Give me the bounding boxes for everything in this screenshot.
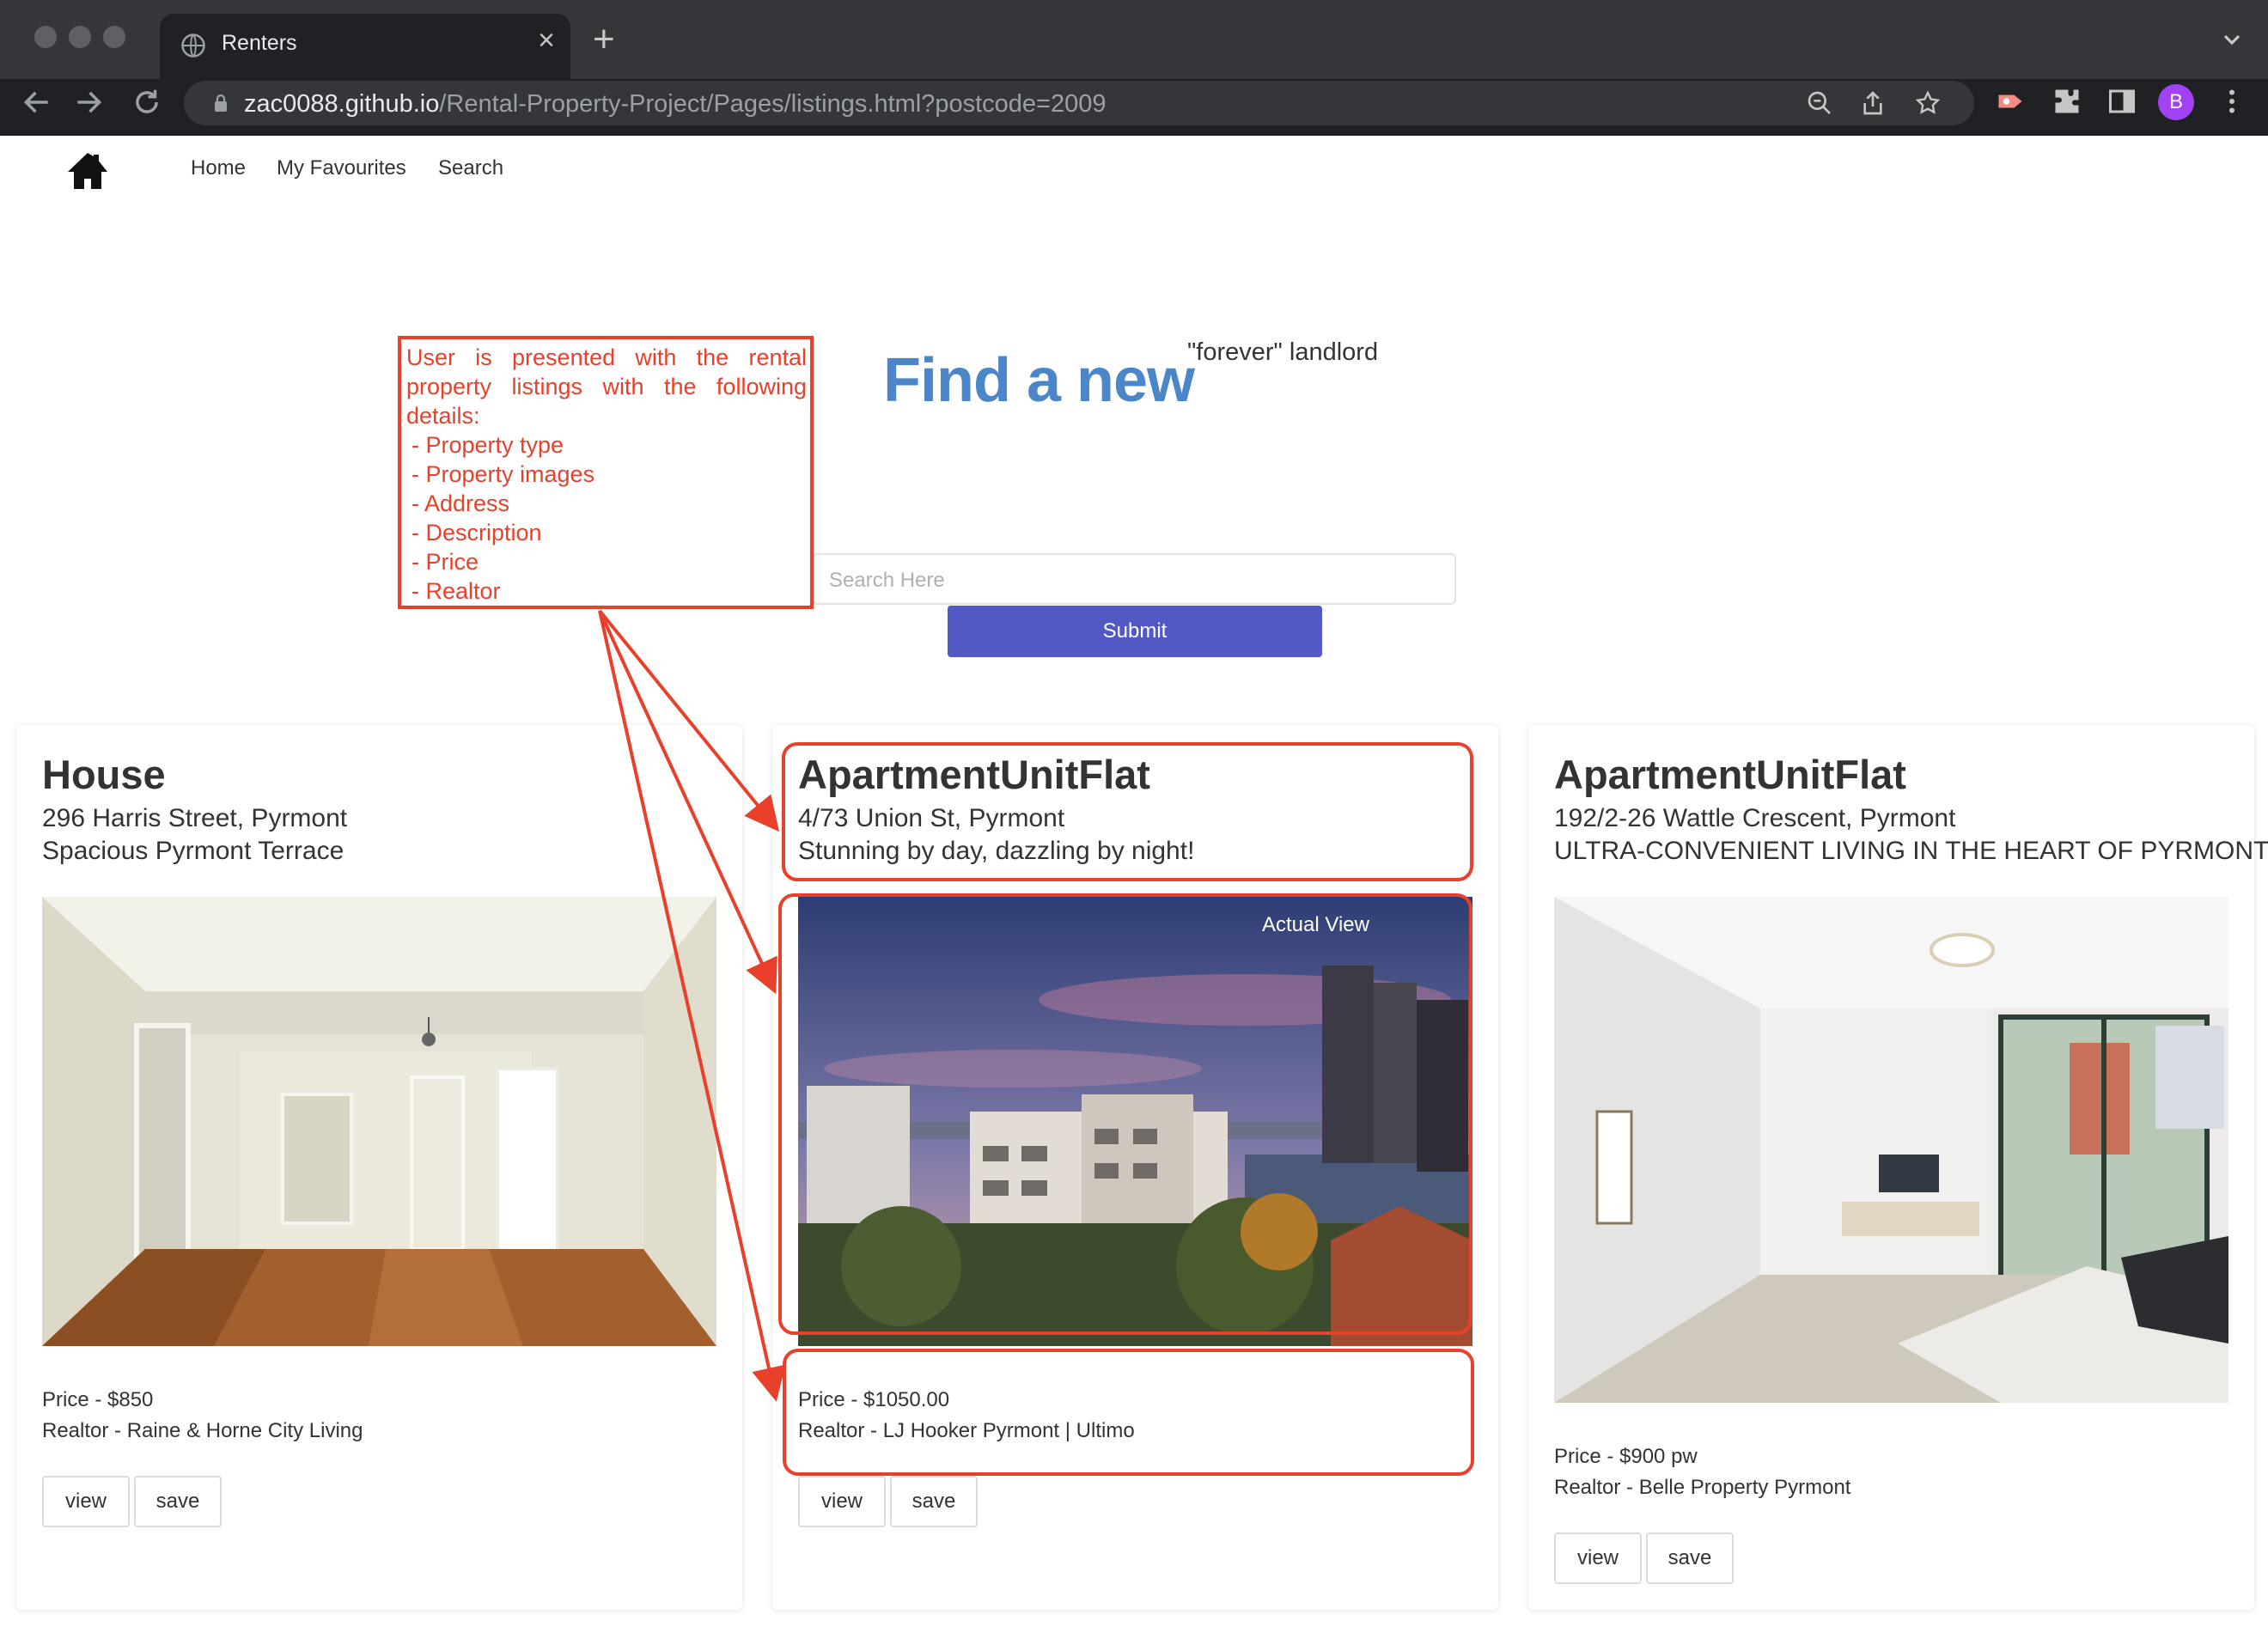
annotation-item: - Description [412, 520, 542, 545]
save-button[interactable]: save [134, 1476, 222, 1527]
save-button[interactable]: save [1646, 1532, 1734, 1584]
annotation-item: - Property images [412, 461, 595, 487]
annotation-item: - Realtor [412, 578, 501, 604]
hero-tagline: "forever" landlord [1187, 338, 1379, 366]
side-panel-icon[interactable] [2106, 86, 2137, 117]
search-input[interactable]: Search Here [812, 553, 1456, 605]
address-bar[interactable]: zac0088.github.io/Rental-Property-Projec… [184, 81, 1974, 125]
back-arrow-icon[interactable] [21, 86, 53, 119]
more-menu-icon[interactable] [2216, 86, 2247, 117]
annotation-note: User is presented with the rental proper… [398, 336, 814, 609]
window-minimize-button[interactable] [69, 26, 91, 48]
annotation-item: - Price [412, 549, 479, 575]
submit-button[interactable]: Submit [948, 606, 1322, 657]
property-price: Price - $900 pw [1554, 1445, 1698, 1468]
record-extension-icon[interactable] [1995, 86, 2026, 117]
highlight-property-image [778, 893, 1472, 1335]
new-tab-icon[interactable]: + [593, 21, 615, 58]
listing-card: House 296 Harris Street, Pyrmont Spaciou… [16, 725, 742, 1610]
tab-title: Renters [222, 31, 297, 55]
window-maximize-button[interactable] [103, 26, 125, 48]
property-type: ApartmentUnitFlat [1554, 752, 1906, 797]
chevron-down-icon[interactable] [2218, 26, 2246, 53]
extensions-puzzle-icon[interactable] [2052, 86, 2082, 117]
annotation-item: - Address [412, 490, 510, 516]
zoom-icon[interactable] [1806, 89, 1833, 117]
tab-renters[interactable]: Renters × [160, 14, 570, 79]
share-icon[interactable] [1859, 89, 1887, 117]
browser-chrome: Renters × + zac0088.github.io/Rental-Pro… [0, 0, 2268, 136]
highlight-price-realtor [783, 1349, 1474, 1476]
house-interior-photo [42, 897, 716, 1346]
property-description: ULTRA-CONVENIENT LIVING IN THE HEART OF … [1554, 837, 2268, 865]
property-description: Spacious Pyrmont Terrace [42, 837, 344, 865]
annotation-list: - Property type - Property images - Addr… [406, 430, 807, 606]
home-icon[interactable] [67, 151, 108, 191]
view-button[interactable]: view [42, 1476, 130, 1527]
reload-icon[interactable] [131, 86, 163, 119]
url-text[interactable]: zac0088.github.io/Rental-Property-Projec… [244, 90, 1107, 119]
hero-title: Find a new [883, 346, 1195, 415]
property-address: 296 Harris Street, Pyrmont [42, 804, 348, 832]
property-price: Price - $850 [42, 1388, 154, 1411]
close-tab-icon[interactable]: × [538, 26, 555, 55]
view-button[interactable]: view [798, 1476, 886, 1527]
lock-icon[interactable] [211, 93, 230, 113]
property-type: House [42, 752, 166, 797]
property-realtor: Realtor - Belle Property Pyrmont [1554, 1476, 1851, 1499]
nav-home-link[interactable]: Home [191, 156, 246, 180]
forward-arrow-icon[interactable] [72, 86, 105, 119]
annotation-intro-line: details: [406, 403, 480, 429]
nav-search-link[interactable]: Search [438, 156, 503, 180]
annotation-intro-line: property listings with the following [406, 374, 807, 399]
highlight-type-address-description [782, 742, 1473, 881]
property-image [42, 897, 716, 1346]
property-realtor: Realtor - Raine & Horne City Living [42, 1419, 363, 1442]
window-close-button[interactable] [34, 26, 57, 48]
profile-avatar[interactable]: B [2158, 84, 2194, 120]
tab-strip: Renters × + [0, 0, 2268, 79]
view-button[interactable]: view [1554, 1532, 1642, 1584]
save-button[interactable]: save [890, 1476, 978, 1527]
globe-icon [181, 34, 205, 58]
nav-my-favourites-link[interactable]: My Favourites [277, 156, 406, 180]
annotation-item: - Property type [412, 432, 564, 458]
property-image [1554, 897, 2228, 1403]
annotation-intro-line: User is presented with the rental [406, 344, 807, 370]
property-address: 192/2-26 Wattle Crescent, Pyrmont [1554, 804, 1956, 832]
listing-card: ApartmentUnitFlat 192/2-26 Wattle Cresce… [1528, 725, 2268, 1610]
bookmark-star-icon[interactable] [1914, 89, 1942, 117]
living-room-photo [1554, 897, 2228, 1403]
